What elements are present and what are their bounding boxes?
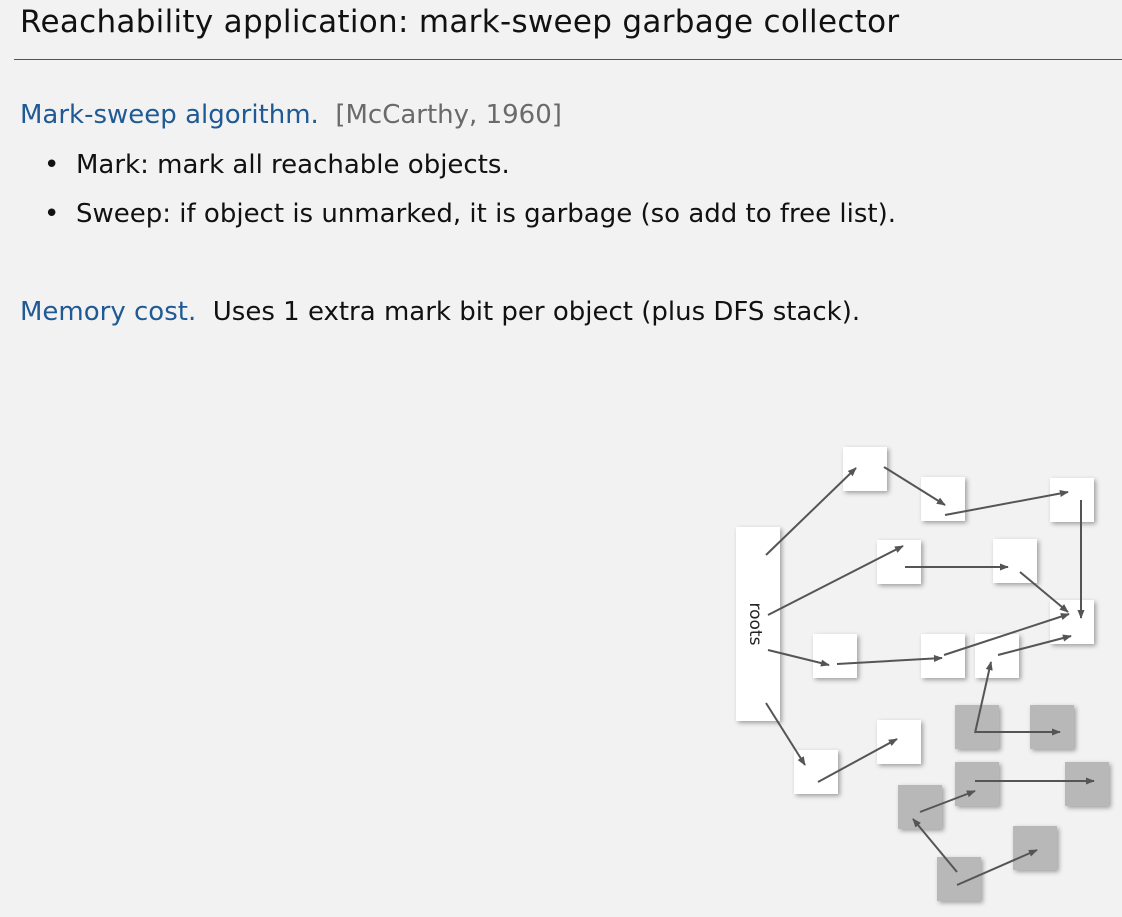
reachable-object — [921, 634, 965, 678]
mark-sweep-diagram: roots — [736, 447, 1109, 901]
garbage-object — [937, 857, 981, 901]
garbage-object — [1065, 762, 1109, 806]
reachable-object — [1050, 600, 1094, 644]
reachable-object — [921, 477, 965, 521]
reachable-object — [877, 720, 921, 764]
garbage-object — [1013, 826, 1057, 870]
pointer-arrow — [765, 467, 857, 556]
reachable-object — [975, 634, 1019, 678]
roots-label: roots — [745, 603, 765, 646]
reachable-object — [843, 447, 887, 491]
pointer-arrow — [765, 702, 806, 766]
garbage-object — [955, 762, 999, 806]
reachable-object — [813, 634, 857, 678]
reachable-object — [1050, 478, 1094, 522]
pointer-arrow — [1019, 571, 1069, 613]
garbage-object — [1030, 705, 1074, 749]
reachable-object — [993, 539, 1037, 583]
reachable-object — [877, 540, 921, 584]
